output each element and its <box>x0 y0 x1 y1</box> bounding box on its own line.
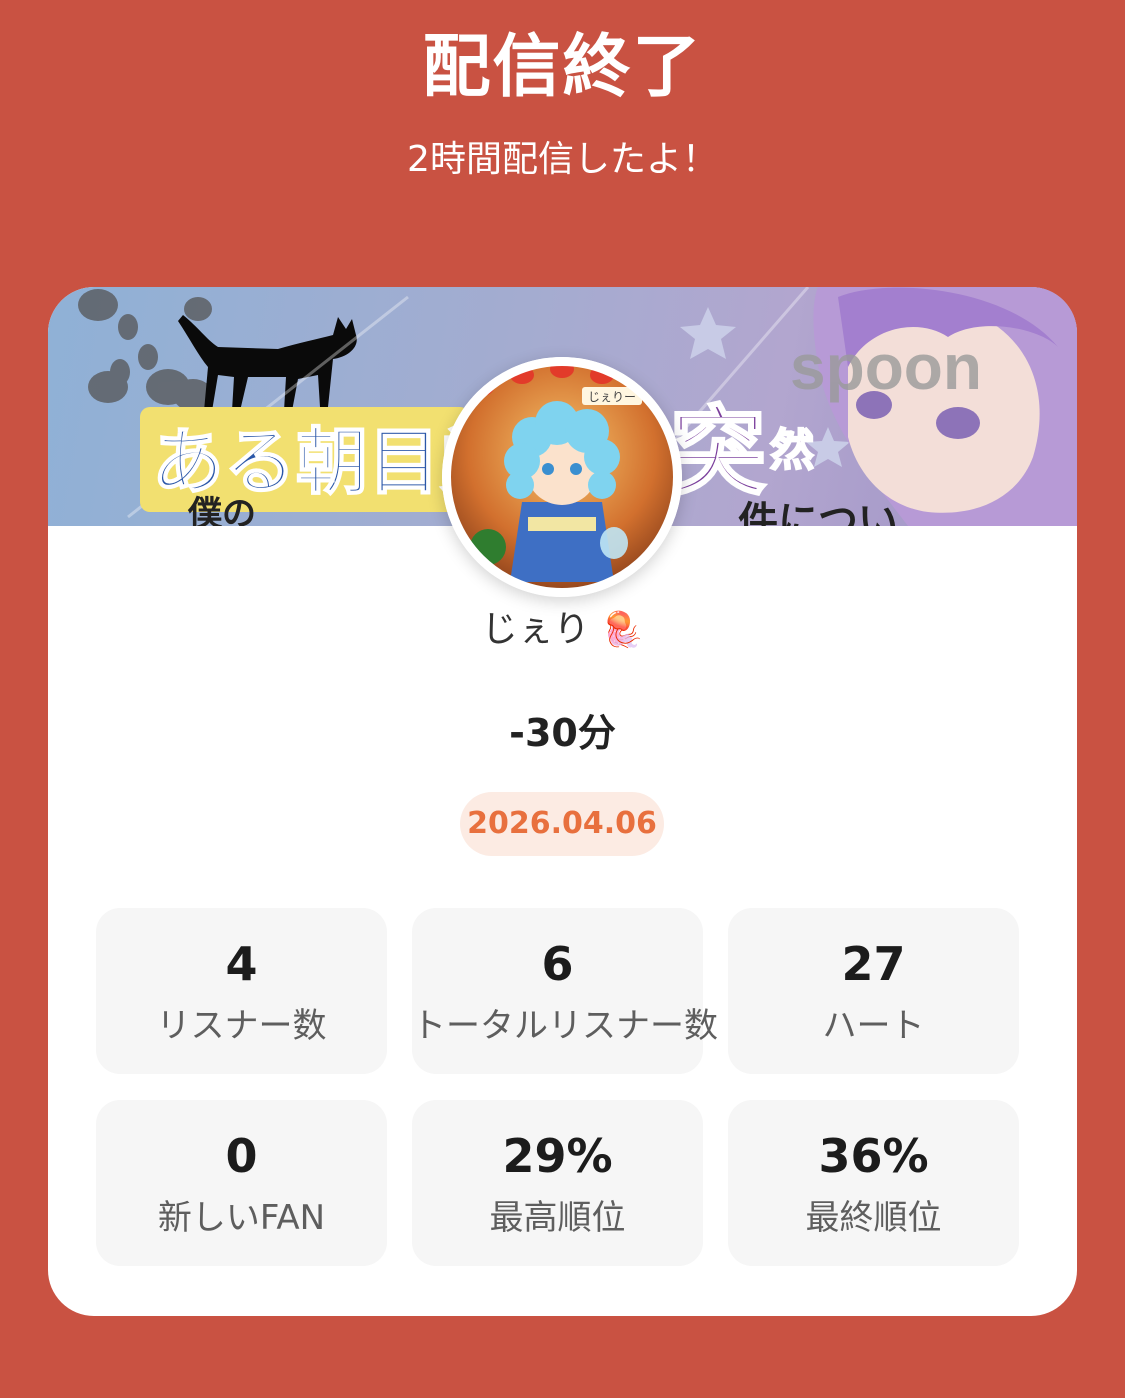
stat-label: ハート <box>822 1006 925 1046</box>
stat-value: 4 <box>225 937 258 991</box>
username: じぇり 🪼 <box>48 605 1077 655</box>
stat-value: 6 <box>541 937 574 991</box>
stat-card-total-listeners: 6 トータルリスナー数 <box>412 908 718 1074</box>
anime-character-illustration <box>813 287 1077 526</box>
banner-subtitle-left: 僕の <box>187 495 256 526</box>
stat-card-listeners: 4 リスナー数 <box>96 908 387 1074</box>
stat-label: 最終順位 <box>805 1198 942 1238</box>
broadcast-summary-card: ある朝目覚 僕の 突 然 件について spoon じぇりー じぇり 🪼 -30分… <box>48 287 1077 1316</box>
stat-label: 最高順位 <box>489 1198 626 1238</box>
stat-card-highest-rank: 29% 最高順位 <box>412 1100 703 1266</box>
avatar-illustration: じぇりー <box>442 357 682 597</box>
stat-value: 29% <box>502 1129 613 1183</box>
stat-value: 36% <box>818 1129 929 1183</box>
username-text: じぇり <box>481 609 590 650</box>
paw-print-icons <box>78 289 213 411</box>
avatar-caption: じぇりー <box>588 390 636 404</box>
stat-value: 27 <box>841 937 906 991</box>
stat-card-new-fans: 0 新しいFAN <box>96 1100 387 1266</box>
stat-card-final-rank: 36% 最終順位 <box>728 1100 1019 1266</box>
broadcast-date-badge: 2026.04.06 <box>460 792 664 856</box>
profile-avatar[interactable]: じぇりー <box>442 357 682 597</box>
stat-label: トータルリスナー数 <box>412 1006 718 1046</box>
stat-card-hearts: 27 ハート <box>728 908 1019 1074</box>
page-title: 配信終了 <box>422 28 703 107</box>
page-subtitle: 2時間配信したよ！ <box>407 139 718 180</box>
stat-value: 0 <box>225 1129 258 1183</box>
banner-right-text: 突 <box>670 399 766 506</box>
stat-label: 新しいFAN <box>157 1198 326 1238</box>
banner-right-small-text: 然 <box>770 426 814 475</box>
broadcast-duration: -30分 <box>509 711 616 755</box>
jellyfish-icon: 🪼 <box>601 610 644 650</box>
stat-label: リスナー数 <box>156 1006 327 1046</box>
spoon-watermark: spoon <box>790 331 982 403</box>
